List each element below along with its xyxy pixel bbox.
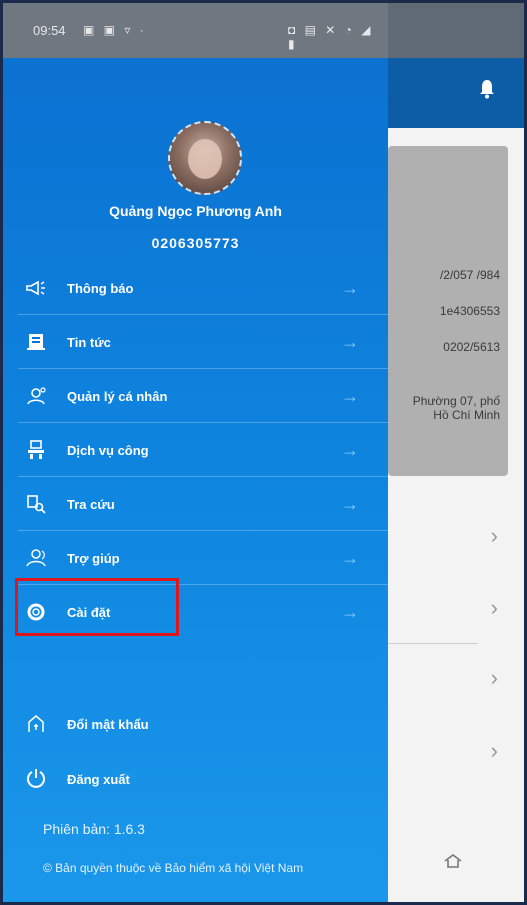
background-info-card: /2/057 /984 1e4306553 0202/5613 Phường 0… <box>388 146 508 476</box>
password-key-icon <box>23 712 49 738</box>
news-icon <box>23 329 49 355</box>
status-notification-icons: ▣ ▣ ▿ · <box>83 23 147 37</box>
status-bar: 09:54 ▣ ▣ ▿ · ◘ ▤ ✕ ◔ ◢ ▮ <box>3 3 388 58</box>
menu-item-label: Quản lý cá nhân <box>67 388 168 404</box>
change-password-label: Đổi mật khẩu <box>67 717 149 732</box>
menu-item-label: Tin tức <box>67 334 111 350</box>
navigation-drawer: 09:54 ▣ ▣ ▿ · ◘ ▤ ✕ ◔ ◢ ▮ Quảng Ngọc Phư… <box>3 3 388 902</box>
card-line: Phường 07, phố Hồ Chí Minh <box>412 394 500 422</box>
megaphone-icon <box>23 275 49 301</box>
copyright-text: © Bản quyền thuộc về Bảo hiểm xã hội Việ… <box>43 861 304 875</box>
card-line: 1e4306553 <box>439 304 500 318</box>
arrow-right-icon: → <box>341 439 359 460</box>
user-id: 0206305773 <box>151 235 240 251</box>
user-name: Quảng Ngọc Phương Anh <box>109 203 282 219</box>
avatar[interactable] <box>168 121 242 195</box>
chevron-right-icon[interactable]: › <box>491 523 498 549</box>
highlight-box <box>15 578 179 636</box>
menu-item-public-service[interactable]: Dịch vụ công → <box>3 423 388 477</box>
arrow-right-icon: → <box>341 385 359 406</box>
app-version: Phiên bản: 1.6.3 <box>43 821 145 837</box>
chevron-right-icon[interactable]: › <box>491 738 498 764</box>
bell-icon[interactable] <box>478 79 496 99</box>
menu-item-help[interactable]: Trợ giúp → <box>3 531 388 585</box>
menu-item-lookup[interactable]: Tra cứu → <box>3 477 388 531</box>
menu-item-label: Tra cứu <box>67 496 115 512</box>
status-system-icons: ◘ ▤ ✕ ◔ ◢ ▮ <box>288 23 374 51</box>
power-icon <box>23 767 49 793</box>
search-icon <box>23 491 49 517</box>
logout-label: Đăng xuất <box>67 772 130 787</box>
status-time: 09:54 <box>33 23 66 38</box>
menu-item-personal-management[interactable]: Quản lý cá nhân → <box>3 369 388 423</box>
change-password-button[interactable]: Đổi mật khẩu <box>3 700 388 750</box>
menu-item-label: Dịch vụ công <box>67 442 149 458</box>
arrow-right-icon: → <box>341 331 359 352</box>
arrow-right-icon: → <box>341 547 359 568</box>
help-icon <box>23 545 49 571</box>
public-service-icon <box>23 437 49 463</box>
card-line: /2/057 /984 <box>439 268 500 282</box>
menu-item-label: Trợ giúp <box>67 550 120 566</box>
person-settings-icon <box>23 383 49 409</box>
menu-item-news[interactable]: Tin tức → <box>3 315 388 369</box>
avatar-face <box>188 139 222 179</box>
card-line: 0202/5613 <box>443 340 500 354</box>
arrow-right-icon: → <box>341 277 359 298</box>
screenshot-frame: /2/057 /984 1e4306553 0202/5613 Phường 0… <box>0 0 527 905</box>
arrow-right-icon: → <box>341 601 359 622</box>
menu-item-label: Thông báo <box>67 280 134 296</box>
background-bottom-tab[interactable] <box>423 853 483 872</box>
logout-button[interactable]: Đăng xuất <box>3 755 388 805</box>
divider <box>388 643 478 644</box>
chevron-right-icon[interactable]: › <box>491 595 498 621</box>
chevron-right-icon[interactable]: › <box>491 665 498 691</box>
home-icon <box>444 854 462 868</box>
arrow-right-icon: → <box>341 493 359 514</box>
menu-item-notifications[interactable]: Thông báo → <box>3 261 388 315</box>
